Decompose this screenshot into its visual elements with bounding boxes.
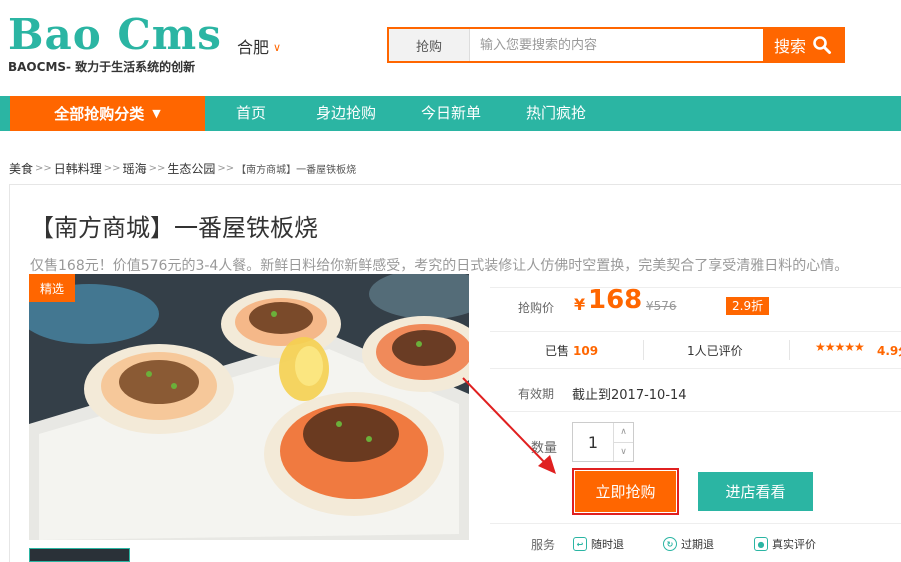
sold-number: 109	[573, 344, 599, 358]
search-category[interactable]: 抢购	[389, 29, 470, 61]
featured-badge: 精选	[29, 274, 75, 302]
expired-refund-icon: ↻	[663, 537, 677, 551]
service-item: ↩ 随时退	[573, 536, 624, 552]
all-categories-button[interactable]: 全部抢购分类 ▼	[10, 96, 205, 131]
quantity-stepper[interactable]: 1 ∧ ∨	[572, 422, 634, 462]
validity-label: 有效期	[518, 387, 555, 401]
nav-item-home[interactable]: 首页	[236, 96, 266, 131]
visit-store-button[interactable]: 进店看看	[698, 472, 813, 511]
chevron-down-icon: ∨	[273, 40, 282, 54]
city-selector[interactable]: 合肥 ∨	[237, 34, 281, 58]
nav-item-nearby[interactable]: 身边抢购	[316, 96, 376, 131]
service-label: 服务	[531, 538, 556, 552]
all-categories-label: 全部抢购分类	[54, 105, 145, 123]
nav-item-hot[interactable]: 热门疯抢	[526, 96, 586, 131]
breadcrumb-link[interactable]: 瑶海	[123, 160, 147, 177]
logo[interactable]: Bao Cms BAOCMS- 致力于生活系统的创新	[8, 14, 222, 75]
breadcrumb-link[interactable]: 日韩料理	[54, 160, 102, 177]
breadcrumb-current: 【南方商城】一番屋铁板烧	[236, 165, 357, 176]
logo-text: Bao Cms	[8, 10, 222, 59]
logo-slogan: BAOCMS- 致力于生活系统的创新	[8, 60, 196, 74]
main-nav: 全部抢购分类 ▼ 首页 身边抢购 今日新单 热门疯抢	[0, 96, 901, 131]
sold-count: 已售 109	[545, 342, 598, 359]
search-input[interactable]	[470, 29, 763, 61]
search-button[interactable]: 搜索	[763, 29, 843, 61]
stats-divider	[643, 340, 644, 360]
breadcrumb-separator: >>	[148, 163, 166, 174]
sold-label: 已售	[545, 344, 570, 358]
quantity-value[interactable]: 1	[573, 423, 613, 461]
user-review-icon: ●	[754, 537, 768, 551]
nav-item-today[interactable]: 今日新单	[421, 96, 481, 131]
search-button-label: 搜索	[773, 37, 806, 56]
product-photo[interactable]	[29, 274, 469, 540]
rating-score: 4.9分	[877, 344, 901, 358]
review-count[interactable]: 1人已评价	[687, 342, 743, 359]
stats-divider	[789, 340, 790, 360]
breadcrumb-link[interactable]: 美食	[9, 160, 33, 177]
decrease-icon[interactable]: ∨	[614, 443, 633, 462]
caret-down-icon: ▼	[152, 107, 161, 120]
price-currency: ¥	[574, 295, 586, 314]
increase-icon[interactable]: ∧	[614, 423, 633, 443]
breadcrumb: 美食 >> 日韩料理 >> 瑶海 >> 生态公园 >> 【南方商城】一番屋铁板烧	[9, 160, 356, 177]
service-text: 随时退	[591, 538, 624, 551]
refund-anytime-icon: ↩	[573, 537, 587, 551]
breadcrumb-separator: >>	[217, 163, 235, 174]
breadcrumb-separator: >>	[35, 163, 52, 174]
price-value: 168	[588, 285, 643, 315]
product-title: 【南方商城】一番屋铁板烧	[30, 214, 318, 242]
service-text: 过期退	[681, 538, 714, 551]
rating-stars: ★★★★★	[815, 340, 865, 354]
breadcrumb-separator: >>	[103, 163, 121, 174]
service-item: ● 真实评价	[754, 536, 816, 552]
thumbnail[interactable]	[29, 548, 130, 562]
validity-value: 截止到2017-10-14	[572, 388, 687, 403]
search-bar: 抢购 搜索	[387, 27, 845, 63]
discount-badge: 2.9折	[726, 297, 770, 315]
quantity-label: 数量	[531, 441, 558, 456]
price-label: 抢购价	[518, 301, 555, 315]
city-name: 合肥	[237, 38, 270, 57]
quantity-spinner: ∧ ∨	[613, 423, 633, 461]
breadcrumb-link[interactable]: 生态公园	[167, 160, 215, 177]
buy-now-button[interactable]: 立即抢购	[575, 471, 676, 512]
divider	[490, 411, 901, 412]
service-text: 真实评价	[772, 538, 816, 551]
service-item: ↻ 过期退	[663, 536, 714, 552]
original-price: ¥576	[646, 299, 677, 313]
divider	[490, 523, 901, 524]
search-icon	[813, 36, 831, 54]
product-subtitle: 仅售168元！价值576元的3-4人餐。新鲜日料给你新鲜感受，考究的日式装修让人…	[30, 258, 849, 274]
